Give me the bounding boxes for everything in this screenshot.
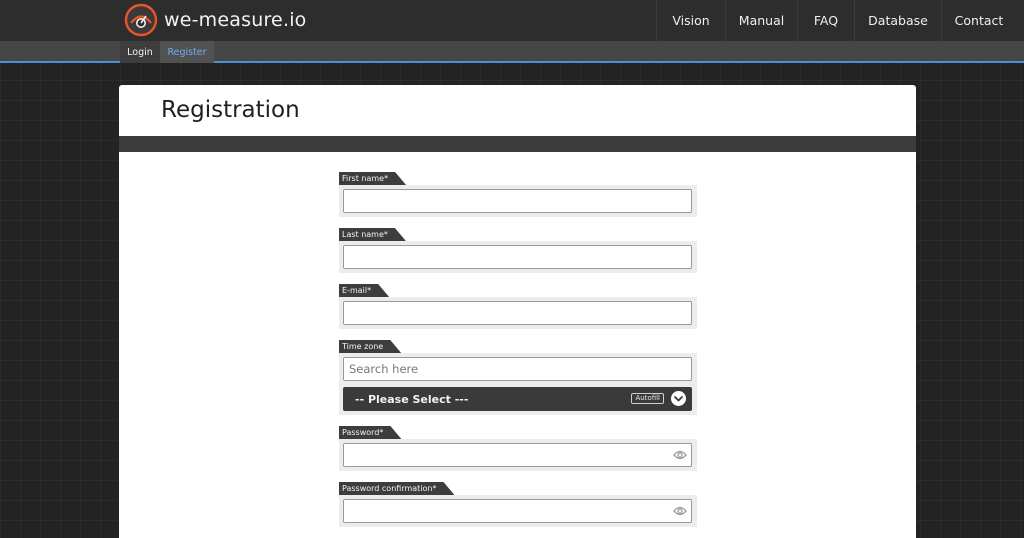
gauge-eye-logo-icon <box>124 3 158 37</box>
tab-register[interactable]: Register <box>160 41 214 63</box>
timezone-box: -- Please Select --- Autofill <box>339 353 697 415</box>
main-nav: Vision Manual FAQ Database Contact <box>656 0 1024 41</box>
last-name-label: Last name* <box>339 228 406 241</box>
chevron-down-icon[interactable] <box>671 391 686 406</box>
registration-card: Registration First name* Last name* E-ma… <box>119 85 916 538</box>
page-title: Registration <box>161 97 300 123</box>
email-box <box>339 297 697 329</box>
nav-item-database[interactable]: Database <box>854 0 941 41</box>
eye-icon[interactable] <box>673 449 687 461</box>
timezone-search-input[interactable] <box>343 357 692 381</box>
first-name-input[interactable] <box>343 189 692 213</box>
brand-name: we-measure.io <box>164 9 307 31</box>
first-name-box <box>339 185 697 217</box>
last-name-box <box>339 241 697 273</box>
password-confirmation-box <box>339 495 697 527</box>
email-label: E-mail* <box>339 284 389 297</box>
password-confirmation-input[interactable] <box>343 499 692 523</box>
password-label: Password* <box>339 426 401 439</box>
password-confirmation-wrapper <box>343 499 692 523</box>
nav-item-manual[interactable]: Manual <box>725 0 797 41</box>
brand-logo[interactable]: we-measure.io <box>124 3 307 37</box>
tab-login[interactable]: Login <box>120 41 160 63</box>
sub-navigation-bar: Login Register <box>0 41 1024 63</box>
password-input[interactable] <box>343 443 692 467</box>
top-navigation-bar: we-measure.io Vision Manual FAQ Database… <box>0 0 1024 41</box>
autofill-button[interactable]: Autofill <box>631 393 664 404</box>
title-divider <box>119 136 916 152</box>
password-confirmation-label: Password confirmation* <box>339 482 454 495</box>
eye-icon[interactable] <box>673 505 687 517</box>
nav-item-vision[interactable]: Vision <box>656 0 725 41</box>
timezone-select[interactable]: -- Please Select --- Autofill <box>343 387 692 411</box>
password-box <box>339 439 697 471</box>
email-input[interactable] <box>343 301 692 325</box>
nav-item-faq[interactable]: FAQ <box>797 0 854 41</box>
timezone-selected-value: -- Please Select --- <box>355 392 469 406</box>
password-wrapper <box>343 443 692 467</box>
first-name-label: First name* <box>339 172 406 185</box>
last-name-input[interactable] <box>343 245 692 269</box>
nav-item-contact[interactable]: Contact <box>941 0 1024 41</box>
timezone-label: Time zone <box>339 340 401 353</box>
